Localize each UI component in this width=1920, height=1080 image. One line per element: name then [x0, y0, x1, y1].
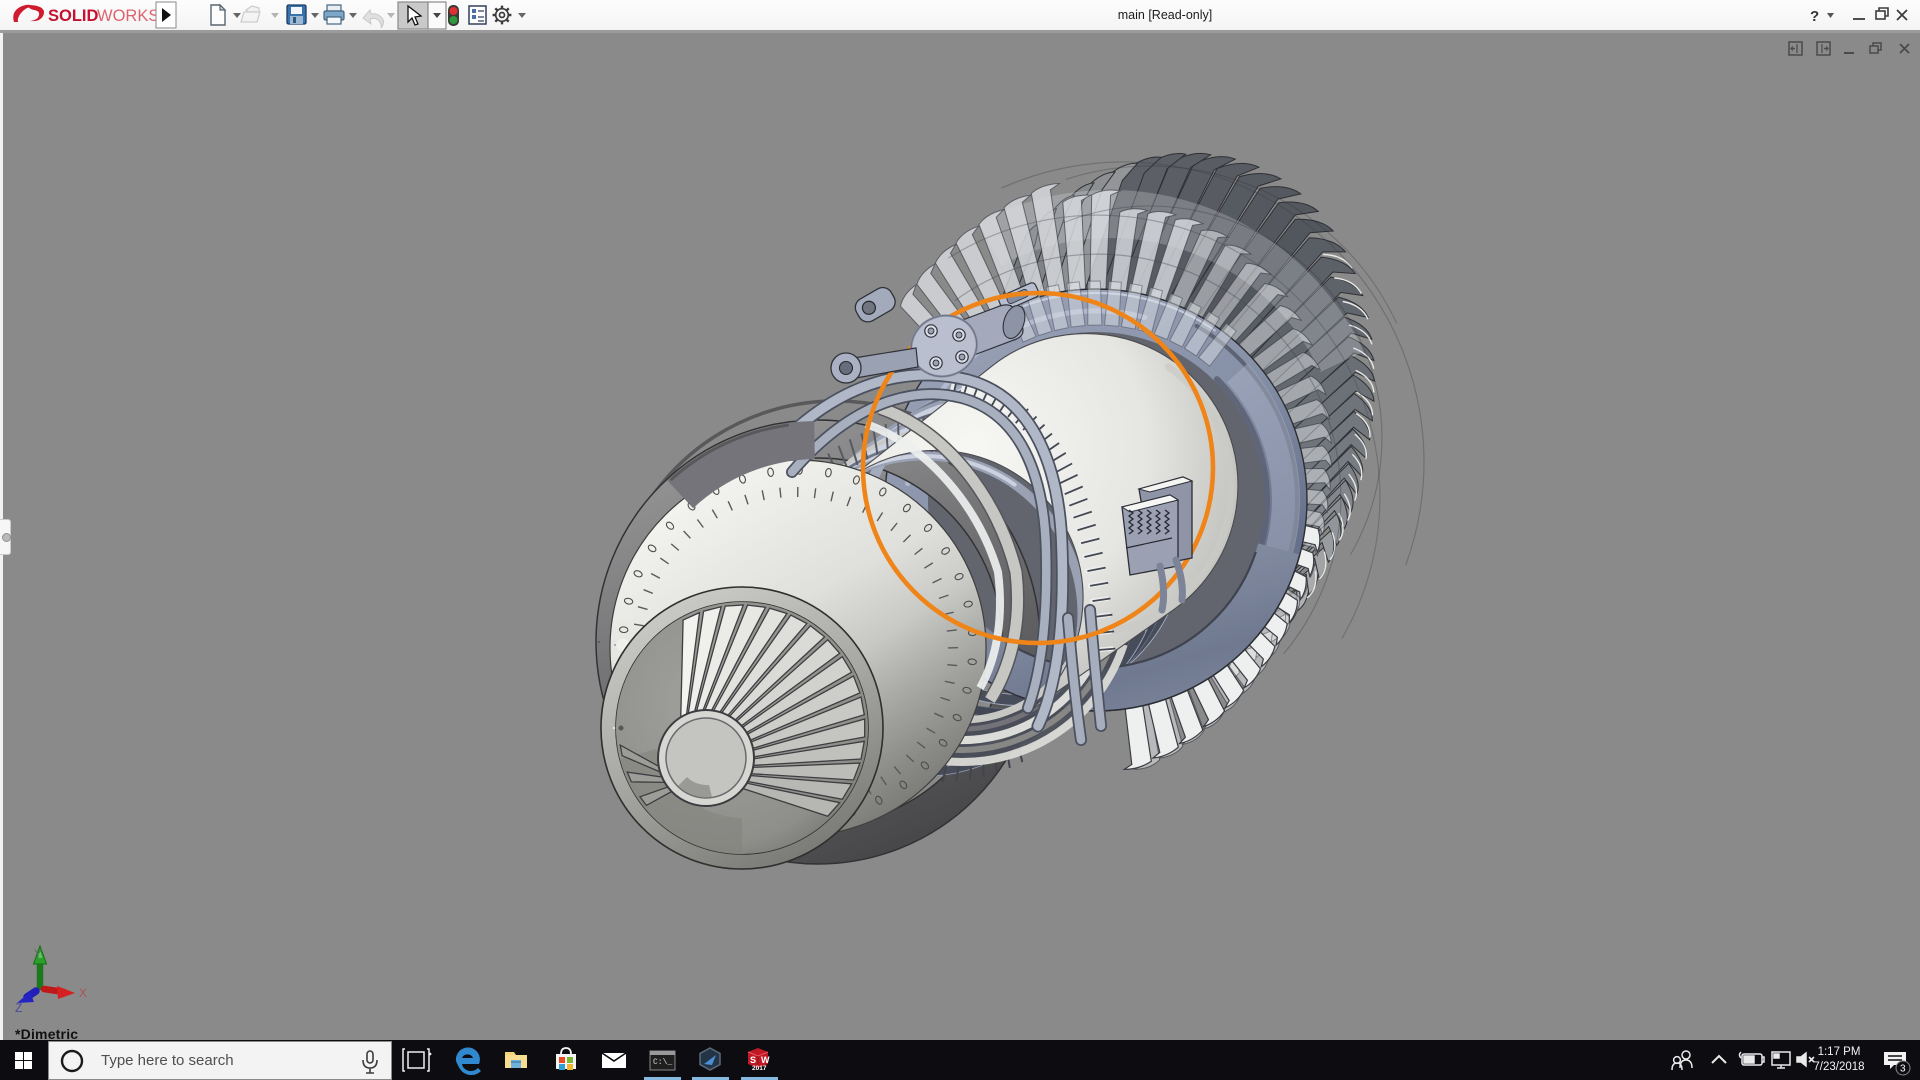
svg-text:3: 3: [1900, 1064, 1906, 1075]
svg-text:S: S: [750, 1055, 756, 1065]
svg-text:X: X: [79, 986, 87, 1000]
svg-text:W: W: [761, 1055, 770, 1065]
svg-text:SOLID: SOLID: [48, 7, 99, 25]
svg-text:WORKS: WORKS: [97, 7, 159, 25]
svg-text:Y: Y: [34, 947, 42, 961]
svg-text:2017: 2017: [752, 1065, 767, 1072]
svg-text:Z: Z: [15, 1001, 22, 1015]
svg-text:C:\_: C:\_: [653, 1058, 672, 1067]
svg-text:?: ?: [1810, 8, 1819, 25]
